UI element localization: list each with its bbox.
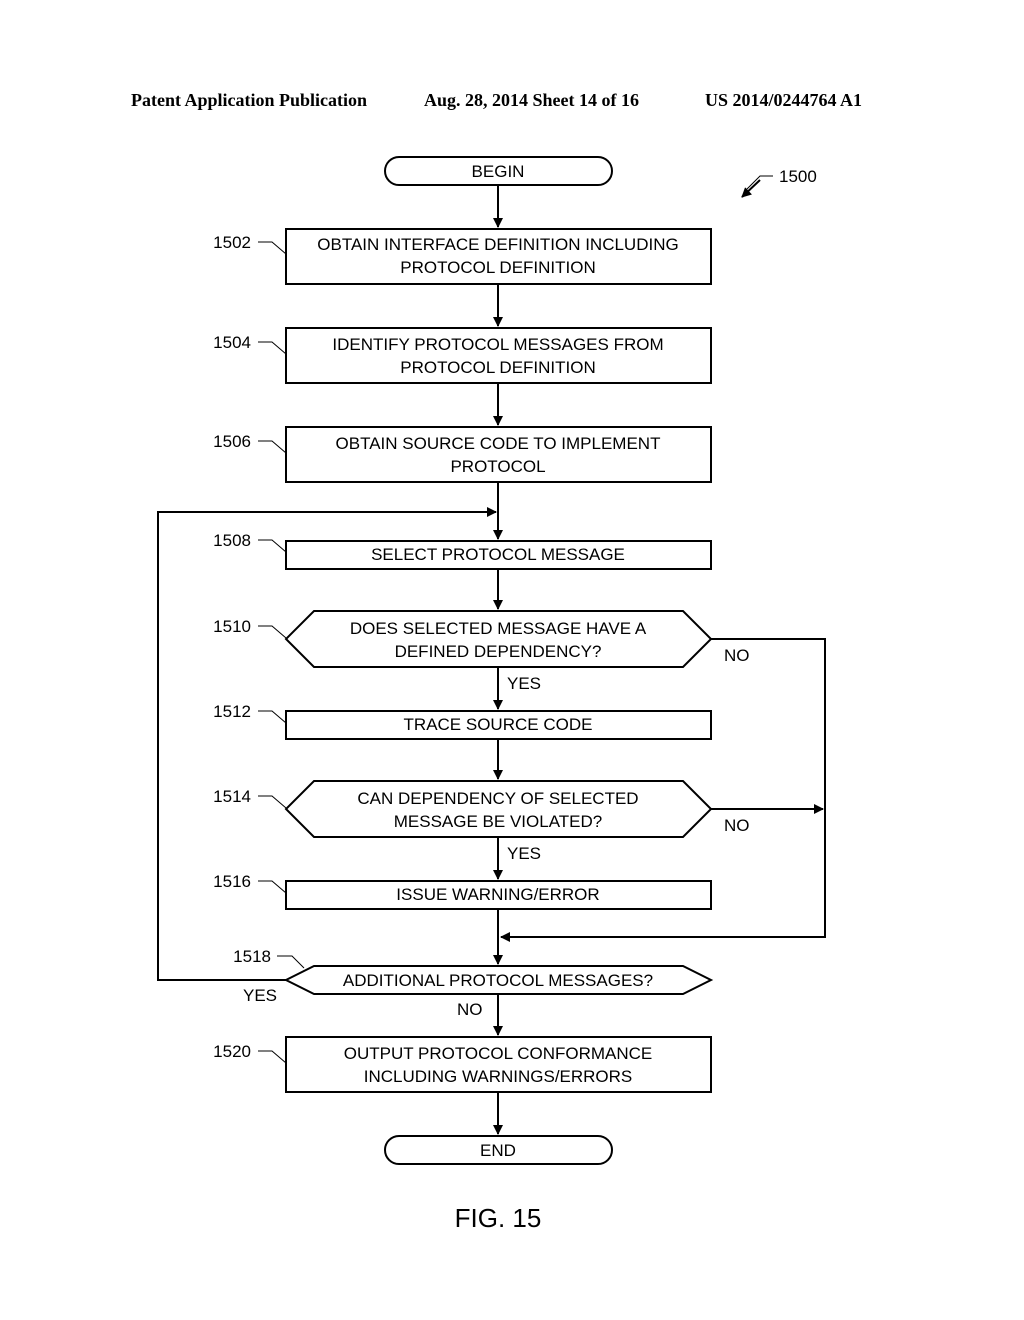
figure-ref-1500: 1500 xyxy=(741,167,817,198)
step-1506: 1506 OBTAIN SOURCE CODE TO IMPLEMENT PRO… xyxy=(213,426,712,483)
step-1520: 1520 OUTPUT PROTOCOL CONFORMANCE INCLUDI… xyxy=(213,1036,712,1093)
step-1508-label: SELECT PROTOCOL MESSAGE xyxy=(371,545,625,564)
end-label: END xyxy=(480,1141,516,1160)
begin-terminal: BEGIN xyxy=(384,156,613,186)
begin-label: BEGIN xyxy=(472,162,525,181)
decision-1514: 1514 CAN DEPENDENCY OF SELECTED MESSAGE … xyxy=(213,780,713,838)
step-1506-line-2: PROTOCOL xyxy=(450,457,545,476)
figure-ref-label: 1500 xyxy=(779,167,817,186)
flowchart: 1500 BEGIN 1502 OBTAIN INTERFACE DEFINIT… xyxy=(157,156,826,1233)
step-1516: 1516 ISSUE WARNING/ERROR xyxy=(213,872,712,910)
step-1508: 1508 SELECT PROTOCOL MESSAGE xyxy=(213,531,712,570)
ref-1520: 1520 xyxy=(213,1042,251,1061)
decision-1514-no-label: NO xyxy=(724,816,750,835)
step-1504-line-1: IDENTIFY PROTOCOL MESSAGES FROM xyxy=(332,335,663,354)
decision-1510-yes-label: YES xyxy=(507,674,541,693)
step-1520-line-2: INCLUDING WARNINGS/ERRORS xyxy=(364,1067,633,1086)
step-1512: 1512 TRACE SOURCE CODE xyxy=(213,702,712,740)
end-terminal: END xyxy=(384,1135,613,1165)
ref-1514: 1514 xyxy=(213,787,251,806)
decision-1510-line-2: DEFINED DEPENDENCY? xyxy=(395,642,602,661)
ref-1510: 1510 xyxy=(213,617,251,636)
decision-1510-line-1: DOES SELECTED MESSAGE HAVE A xyxy=(350,619,647,638)
figure-caption: FIG. 15 xyxy=(455,1203,542,1233)
decision-1518-no-label: NO xyxy=(457,1000,483,1019)
step-1506-line-1: OBTAIN SOURCE CODE TO IMPLEMENT xyxy=(336,434,661,453)
decision-1510-no-label: NO xyxy=(724,646,750,665)
ref-1504: 1504 xyxy=(213,333,251,352)
ref-1508: 1508 xyxy=(213,531,251,550)
decision-1514-line-1: CAN DEPENDENCY OF SELECTED xyxy=(357,789,638,808)
step-1504: 1504 IDENTIFY PROTOCOL MESSAGES FROM PRO… xyxy=(213,327,712,384)
ref-1516: 1516 xyxy=(213,872,251,891)
ref-1512: 1512 xyxy=(213,702,251,721)
step-1516-label: ISSUE WARNING/ERROR xyxy=(396,885,599,904)
step-1502: 1502 OBTAIN INTERFACE DEFINITION INCLUDI… xyxy=(213,228,712,285)
decision-1514-line-2: MESSAGE BE VIOLATED? xyxy=(394,812,602,831)
ref-1502: 1502 xyxy=(213,233,251,252)
step-1502-line-2: PROTOCOL DEFINITION xyxy=(400,258,596,277)
decision-1518-yes-label: YES xyxy=(243,986,277,1005)
decision-1518: 1518 ADDITIONAL PROTOCOL MESSAGES? xyxy=(233,947,714,995)
step-1504-line-2: PROTOCOL DEFINITION xyxy=(400,358,596,377)
step-1502-line-1: OBTAIN INTERFACE DEFINITION INCLUDING xyxy=(317,235,678,254)
ref-1506: 1506 xyxy=(213,432,251,451)
step-1520-line-1: OUTPUT PROTOCOL CONFORMANCE xyxy=(344,1044,653,1063)
decision-1514-yes-label: YES xyxy=(507,844,541,863)
step-1512-label: TRACE SOURCE CODE xyxy=(404,715,593,734)
decision-1518-label: ADDITIONAL PROTOCOL MESSAGES? xyxy=(343,971,653,990)
decision-1510: 1510 DOES SELECTED MESSAGE HAVE A DEFINE… xyxy=(213,610,713,668)
ref-1518: 1518 xyxy=(233,947,271,966)
